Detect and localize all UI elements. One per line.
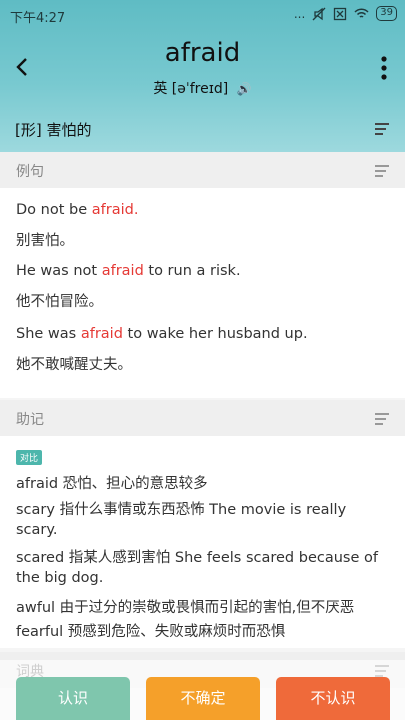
sort-icon[interactable] — [375, 413, 389, 425]
status-icons: ... 39 — [294, 6, 397, 21]
unknown-button[interactable]: 不认识 — [276, 677, 390, 720]
notification-dots: ... — [293, 6, 306, 21]
phonetic-row[interactable]: 英 [əˈfreɪd] 🔊 — [0, 78, 405, 98]
mnemonic-section-header: 助记 — [0, 400, 405, 436]
mnemonic-line: fearful 预感到危险、失败或麻烦时而恐惧 — [16, 624, 286, 640]
example-1-en: Do not be afraid. — [16, 202, 139, 218]
example-1-zh: 别害怕。 — [16, 233, 74, 249]
examples-title: 例句 — [16, 164, 44, 180]
speaker-icon[interactable]: 🔊 — [237, 82, 252, 96]
mnemonic-line: scary. — [16, 522, 58, 538]
examples-card: Do not be afraid. 别害怕。 He was not afraid… — [0, 188, 405, 398]
word-header: 下午4:27 ... 39 afraid 英 [əˈfreɪd] 🔊 [形] 害… — [0, 0, 405, 152]
mnemonic-line: scared 指某人感到害怕 She feels scared because … — [16, 550, 378, 566]
example-3-zh: 她不敢喊醒丈夫。 — [16, 357, 132, 373]
wifi-icon — [354, 7, 369, 18]
unsure-button[interactable]: 不确定 — [146, 677, 260, 720]
example-2-zh: 他不怕冒险。 — [16, 294, 103, 310]
sort-icon[interactable] — [375, 123, 389, 135]
know-button[interactable]: 认识 — [16, 677, 130, 720]
mnemonic-title: 助记 — [16, 412, 44, 428]
status-bar: 下午4:27 ... 39 — [0, 0, 405, 30]
meaning-text: [形] 害怕的 — [15, 121, 92, 139]
status-time: 下午4:27 — [10, 11, 66, 26]
sort-icon[interactable] — [375, 165, 389, 177]
examples-section-header: 例句 — [0, 152, 405, 188]
mnemonic-line: the big dog. — [16, 570, 104, 586]
phonetic-label: 英 — [153, 81, 168, 97]
example-2-en: He was not afraid to run a risk. — [16, 263, 241, 279]
sim-off-icon — [334, 7, 347, 20]
headword: afraid — [164, 38, 241, 68]
compare-tag: 对比 — [16, 450, 43, 465]
mute-icon — [312, 7, 326, 20]
battery-icon: 39 — [376, 6, 397, 21]
mnemonic-line: afraid 恐怕、担心的意思较多 — [16, 476, 208, 492]
phonetic-text: [əˈfreɪd] — [171, 81, 229, 97]
mnemonic-line: awful 由于过分的崇敬或畏惧而引起的害怕,但不厌恶 — [16, 600, 355, 616]
example-3-en: She was afraid to wake her husband up. — [16, 326, 308, 342]
mnemonic-line: scary 指什么事情或东西恐怖 The movie is really — [16, 502, 347, 518]
